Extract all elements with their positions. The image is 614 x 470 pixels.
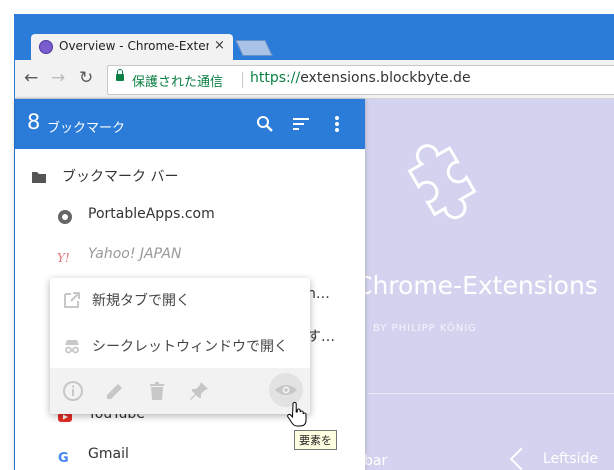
svg-text:G: G (58, 451, 69, 465)
yahoo-icon: Y! (57, 251, 70, 265)
folder-label: ブックマーク バー (62, 169, 179, 185)
bookmark-context-menu: 新規タブで開く シークレットウィンドウで開く (50, 278, 310, 414)
tooltip: 要素を (294, 430, 337, 450)
svg-text:Y!: Y! (57, 251, 70, 265)
folder-icon (32, 172, 46, 183)
open-in-new-icon (64, 292, 80, 308)
page-footer-left: bar (364, 453, 388, 469)
sort-icon[interactable] (291, 114, 311, 134)
pin-icon[interactable] (187, 379, 211, 403)
menu-item-label: シークレットウィンドウで開く (92, 339, 288, 355)
menu-item-open-new-tab[interactable]: 新規タブで開く (50, 278, 310, 322)
browser-toolbar: ← → ↻ 保護された通信 https://extensions.blockby… (15, 60, 614, 99)
info-icon[interactable] (61, 379, 85, 403)
bookmark-item[interactable]: Y! Yahoo! JAPAN (15, 237, 365, 277)
page-byline: BY PHILIPP KÖNIG (373, 323, 477, 334)
puzzle-icon (407, 144, 477, 220)
forward-button[interactable]: → (51, 68, 65, 88)
bookmark-label: Gmail (88, 446, 129, 462)
omnibox-divider (242, 72, 243, 88)
page-footer-right-label: Leftside (543, 451, 599, 467)
more-vert-icon[interactable] (327, 114, 347, 134)
new-tab-button[interactable] (235, 40, 273, 56)
page-footer-right[interactable]: Leftside (509, 447, 599, 470)
bookmark-label-truncated: n… (307, 286, 330, 302)
google-icon: G (58, 451, 69, 465)
portableapps-icon (58, 210, 72, 224)
url-host: extensions.blockbyte.de (300, 70, 471, 86)
edit-icon[interactable] (103, 379, 127, 403)
delete-icon[interactable] (145, 379, 169, 403)
bookmark-label: Yahoo! JAPAN (88, 246, 182, 262)
url-text[interactable]: https://extensions.blockbyte.de (250, 70, 471, 86)
tab-overview[interactable]: Overview - Chrome-Extensions × (31, 34, 233, 60)
menu-item-label: 新規タブで開く (92, 293, 190, 309)
popup-title: ブックマーク (47, 121, 126, 136)
popup-header: 8 ブックマーク (15, 99, 365, 149)
hand-cursor-icon (287, 402, 307, 427)
search-icon[interactable] (255, 114, 275, 134)
bookmark-label: PortableApps.com (88, 206, 215, 222)
incognito-icon (65, 340, 79, 354)
tab-title: Overview - Chrome-Extensions (59, 39, 209, 53)
page-divider (368, 393, 614, 394)
security-label: 保護された通信 (132, 75, 224, 90)
tab-close-icon[interactable]: × (214, 38, 225, 53)
menu-item-open-incognito[interactable]: シークレットウィンドウで開く (50, 324, 310, 368)
back-button[interactable]: ← (24, 68, 38, 88)
site-favicon-icon (39, 40, 53, 54)
address-bar[interactable]: 保護された通信 https://extensions.blockbyte.de (107, 65, 614, 95)
bookmark-label-truncated: す… (307, 329, 335, 345)
bookmark-count: 8 (27, 110, 41, 134)
url-scheme: https:// (250, 70, 301, 86)
page-title: Chrome-Extensions (355, 271, 598, 300)
reload-button[interactable]: ↻ (79, 68, 93, 88)
left-arrow-icon (509, 447, 533, 470)
lock-icon (116, 69, 124, 81)
bookmark-folder[interactable]: ブックマーク バー (15, 157, 365, 197)
context-action-bar (50, 368, 310, 414)
tab-strip: Overview - Chrome-Extensions × (15, 20, 614, 60)
bookmark-item[interactable]: PortableApps.com (15, 197, 365, 237)
